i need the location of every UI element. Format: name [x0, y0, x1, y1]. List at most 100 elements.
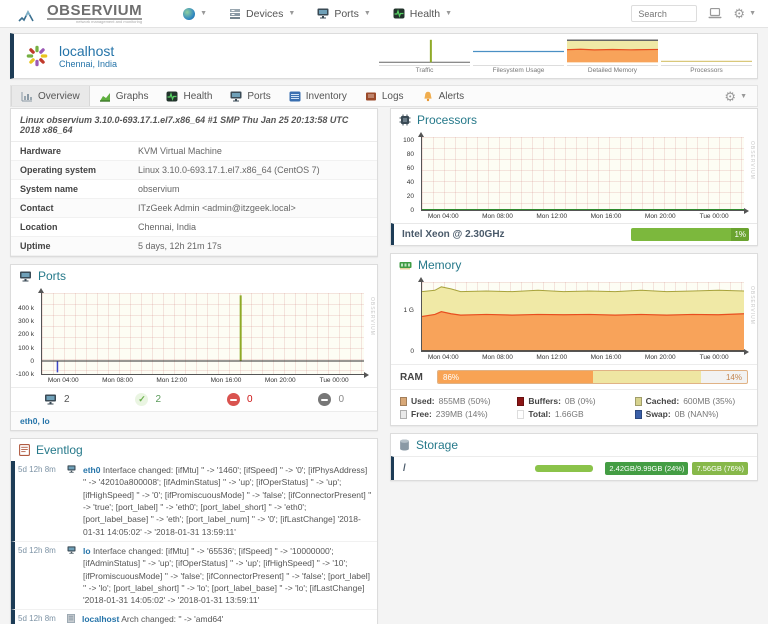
graph-signature: OBSERVIUM — [749, 141, 755, 180]
port-status-summary: 2 ✓ 2 0 0 — [11, 387, 377, 411]
tab-label: Graphs — [115, 90, 149, 102]
brand-name: OBSERVIUM — [47, 2, 143, 20]
mountpoint-link[interactable]: / — [403, 463, 406, 474]
chevron-down-icon: ▼ — [363, 10, 371, 17]
tab-ports[interactable]: Ports — [221, 86, 279, 106]
legend-total: Total: 1.66GB — [517, 409, 630, 419]
tab-inventory[interactable]: Inventory — [280, 86, 356, 106]
ram-usage-bar: 86% 14% — [437, 370, 748, 384]
plot-area — [38, 288, 369, 378]
cpu-link[interactable]: Intel Xeon @ 2.30GHz — [402, 229, 505, 240]
memory-graph[interactable]: 1 G0 Mon 04:00 Mon 08:00 Mon 12:00 Mon 16:0… — [391, 276, 757, 364]
storage-icon — [400, 439, 409, 451]
ports-down[interactable]: 0 — [194, 393, 286, 406]
ports-icon — [317, 8, 329, 19]
menu-health[interactable]: Health ▼ — [382, 0, 463, 28]
tab-label: Ports — [247, 90, 271, 102]
ports-icon — [20, 271, 31, 281]
panel-title: Processors — [417, 113, 478, 127]
table-row: Operating system Linux 3.10.0-693.17.1.el… — [11, 161, 377, 180]
ports-disabled[interactable]: 0 — [286, 393, 378, 406]
free-swatch — [400, 409, 407, 419]
legend-used: Used: 855MB (50%) — [400, 396, 513, 406]
legend-buffers: Buffers: 0B (0%) — [517, 396, 630, 406]
storage-used-badge: 2.42GB/9.99GB (24%) — [605, 462, 689, 475]
tab-health[interactable]: Health — [157, 86, 221, 106]
observium-logo[interactable]: OBSERVIUM network management and monitor… — [18, 2, 143, 24]
minigraph-traffic[interactable]: Traffic — [379, 38, 470, 74]
port-icon — [67, 546, 76, 554]
minus-circle-red-icon — [226, 393, 240, 406]
event-entity-link[interactable]: lo — [83, 546, 91, 556]
device-identity[interactable]: localhost Chennai, India — [14, 43, 234, 69]
alerts-icon — [423, 91, 432, 101]
top-navbar: OBSERVIUM network management and monitor… — [0, 0, 768, 28]
global-menu[interactable]: ▼ — [172, 0, 218, 28]
panel-title: Ports — [38, 269, 67, 283]
plot-area — [418, 277, 749, 355]
tab-overview[interactable]: Overview — [11, 86, 90, 106]
tab-settings-menu[interactable]: ⚙ ▼ — [714, 86, 757, 106]
event-entity-link[interactable]: eth0 — [83, 465, 100, 475]
table-row: Location Chennai, India — [11, 218, 377, 237]
left-column: Linux observium 3.10.0-693.17.1.el7.x86_… — [10, 108, 378, 624]
menu-label: Devices — [246, 7, 284, 20]
legend-free: Free: 239MB (14%) — [400, 409, 513, 419]
ports-total[interactable]: 2 — [11, 393, 103, 406]
processors-panel: Processors 100 80 60 40 20 0 Mon 04:00 Mon 08:… — [390, 108, 758, 246]
minigraph-memory[interactable]: Detailed Memory — [567, 38, 658, 74]
storage-free-badge: 7.56GB (76%) — [692, 462, 748, 475]
laptop-icon[interactable] — [708, 8, 722, 19]
minigraph-label: Detailed Memory — [567, 65, 658, 74]
tab-alerts[interactable]: Alerts — [413, 86, 474, 106]
device-name[interactable]: localhost — [59, 43, 117, 60]
event-message: eth0 Interface changed: [ifMtu] '' -> '1… — [83, 465, 372, 537]
memory-legend: Used: 855MB (50%) Buffers: 0B (0%) Cached:… — [391, 389, 757, 425]
x-axis: Mon 04:00 Mon 08:00 Mon 12:00 Mon 16:00 Mon … — [47, 377, 349, 384]
memory-icon — [399, 261, 412, 269]
minigraph-filesystem[interactable]: Filesystem Usage — [473, 38, 564, 74]
ports-graph[interactable]: 400 k 300 k 200 k 100 k 0 -100 k Mon 04:00 Mon… — [11, 287, 377, 387]
kernel-string: Linux observium 3.10.0-693.17.1.el7.x86_… — [11, 109, 377, 142]
minigraph-label: Processors — [661, 65, 752, 74]
globe-icon — [183, 7, 196, 20]
minigraph-label: Traffic — [379, 65, 470, 74]
logs-icon — [365, 92, 376, 100]
check-circle-icon: ✓ — [135, 393, 149, 406]
chevron-down-icon: ▼ — [740, 92, 747, 100]
storage-row: / 2.42GB/9.99GB (24%) 7.56GB (76%) — [391, 456, 757, 480]
ram-free-percent: 14% — [725, 373, 742, 382]
table-row: Uptime 5 days, 12h 21m 17s — [11, 237, 377, 256]
gear-icon: ⚙ — [724, 88, 737, 104]
processors-graph[interactable]: 100 80 60 40 20 0 Mon 04:00 Mon 08:00 Mon 12:00… — [391, 131, 757, 223]
menu-devices[interactable]: Devices ▼ — [218, 0, 306, 28]
tab-logs[interactable]: Logs — [356, 86, 413, 106]
port-links[interactable]: eth0, lo — [11, 411, 377, 430]
eventlog-row: 5d 12h 8m localhost Arch changed: '' -> … — [11, 610, 377, 624]
settings-menu[interactable]: ⚙ ▼ — [733, 7, 756, 20]
cpu-row: Intel Xeon @ 2.30GHz 1% — [391, 223, 757, 245]
sysinfo-table: Hardware KVM Virtual Machine Operating sy… — [11, 142, 377, 256]
minigraph-processors[interactable]: Processors — [661, 38, 752, 74]
swap-swatch — [634, 409, 642, 419]
tab-graphs[interactable]: Graphs — [90, 86, 158, 106]
tab-label: Health — [183, 90, 213, 102]
graph-signature: OBSERVIUM — [369, 297, 375, 336]
menu-ports[interactable]: Ports ▼ — [306, 0, 381, 28]
minigraph-label: Filesystem Usage — [473, 65, 564, 74]
ports-up[interactable]: ✓ 2 — [103, 393, 195, 406]
tab-label: Logs — [381, 90, 404, 102]
gear-icon: ⚙ — [733, 6, 746, 21]
x-axis: Mon 04:00 Mon 08:00 Mon 12:00 Mon 16:00 Mon … — [427, 213, 729, 220]
search-input[interactable] — [631, 5, 698, 22]
ram-used-segment — [438, 371, 593, 383]
event-age: 5d 12h 8m — [18, 545, 56, 555]
event-entity-link[interactable]: localhost — [82, 614, 119, 624]
ram-cached-segment — [592, 371, 701, 383]
graphs-icon — [99, 92, 110, 102]
eventlog-panel: Eventlog 5d 12h 8m eth0 Interface change… — [10, 438, 378, 624]
overview-icon — [21, 91, 32, 101]
count: 0 — [338, 394, 345, 405]
table-row: System name observium — [11, 180, 377, 199]
devices-icon — [230, 9, 241, 19]
